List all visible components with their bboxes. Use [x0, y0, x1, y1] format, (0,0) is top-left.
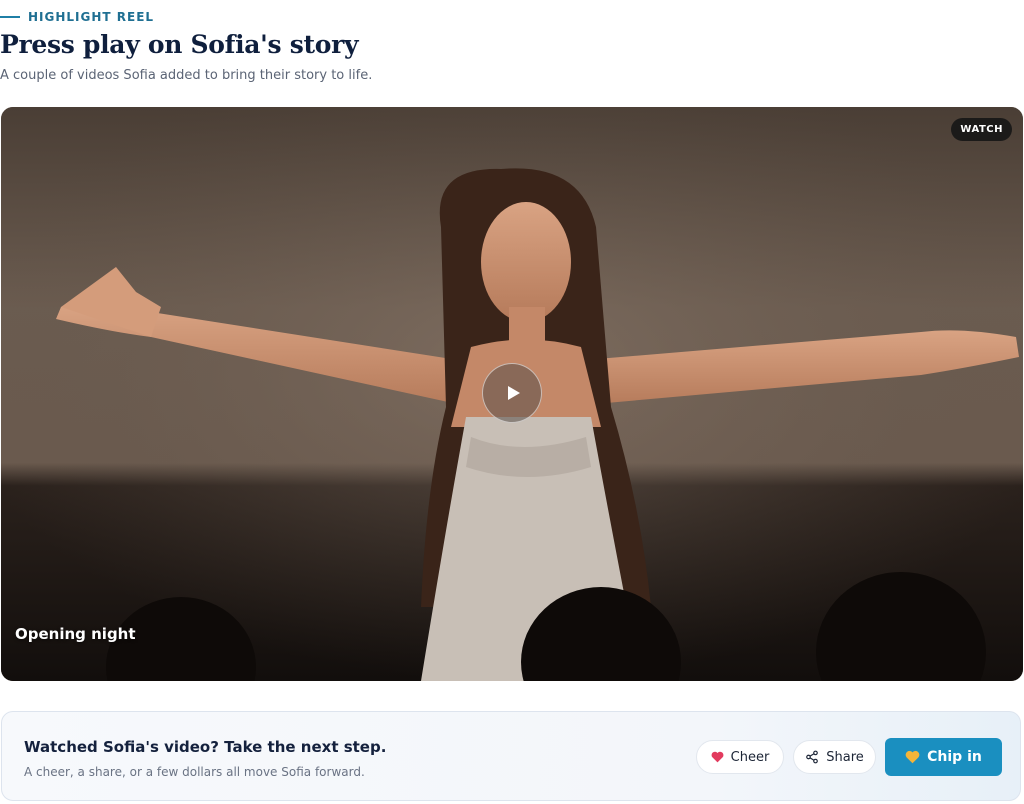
video-caption: Opening night	[15, 625, 136, 643]
video-player[interactable]: WATCH Opening night	[1, 107, 1023, 681]
cheer-button[interactable]: Cheer	[696, 740, 784, 774]
play-button[interactable]	[482, 363, 542, 423]
eyebrow-line	[0, 16, 20, 18]
eyebrow-text: HIGHLIGHT REEL	[28, 10, 155, 24]
watch-badge: WATCH	[951, 118, 1012, 141]
cheer-label: Cheer	[730, 749, 770, 765]
yellow-heart-icon	[905, 750, 920, 764]
share-icon	[805, 750, 819, 764]
play-icon	[508, 386, 520, 400]
section-eyebrow: HIGHLIGHT REEL	[0, 10, 154, 24]
chip-in-label: Chip in	[927, 749, 982, 765]
share-label: Share	[826, 749, 864, 765]
cta-title: Watched Sofia's video? Take the next ste…	[24, 738, 387, 756]
share-button[interactable]: Share	[793, 740, 876, 774]
heart-icon	[711, 751, 724, 763]
chip-in-button[interactable]: Chip in	[885, 738, 1002, 776]
section-subtitle: A couple of videos Sofia added to bring …	[0, 68, 373, 83]
cta-card: Watched Sofia's video? Take the next ste…	[1, 711, 1021, 801]
section-title: Press play on Sofia's story	[0, 30, 359, 59]
cta-subtitle: A cheer, a share, or a few dollars all m…	[24, 765, 365, 779]
